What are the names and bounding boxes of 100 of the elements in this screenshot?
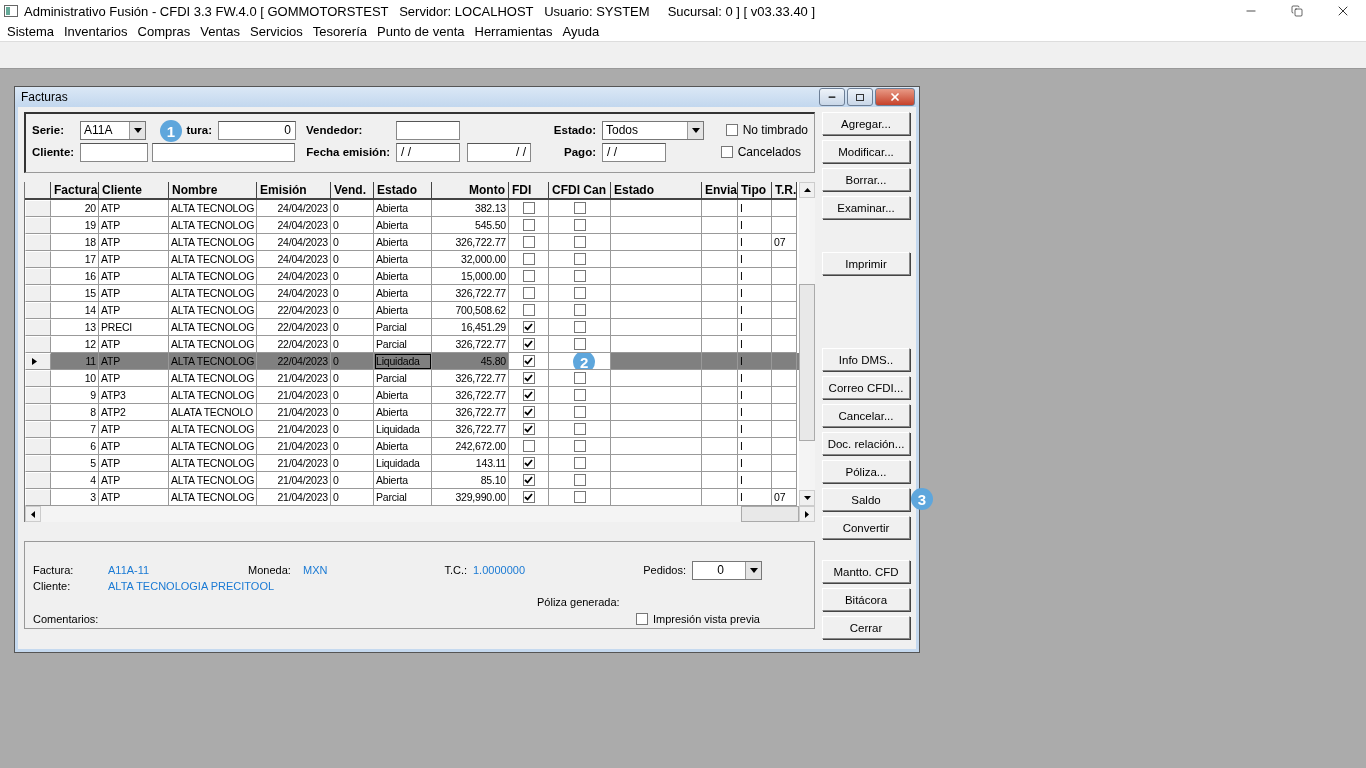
column-header[interactable]: T.R. (772, 182, 797, 200)
menu-item[interactable]: Servicios (245, 24, 308, 39)
vendedor-field[interactable] (396, 120, 460, 140)
menu-item[interactable]: Inventarios (58, 24, 133, 39)
menu-item[interactable]: Compras (132, 24, 196, 39)
menu-item[interactable]: Ayuda (557, 24, 605, 39)
date-field[interactable]: / / (602, 142, 666, 162)
checkbox[interactable] (522, 423, 535, 435)
action-button[interactable]: Póliza... (822, 460, 910, 483)
checkbox[interactable] (522, 202, 535, 214)
action-button[interactable]: Convertir (822, 516, 910, 539)
action-button[interactable]: Cerrar (822, 616, 910, 639)
action-button[interactable]: Saldo (822, 488, 910, 511)
column-header[interactable]: Estado (374, 182, 432, 200)
row-selector[interactable] (25, 353, 51, 370)
checkbox[interactable] (522, 406, 535, 418)
action-button[interactable]: Agregar... (822, 112, 910, 135)
table-row[interactable]: 9 ATP3 ALTA TECNOLOG 21/04/2023 0 Abierta 326,722.77 I (25, 387, 799, 404)
column-header[interactable]: Estado (611, 182, 702, 200)
action-button[interactable]: Info DMS.. (822, 348, 910, 371)
checkbox[interactable] (522, 355, 535, 367)
table-row[interactable]: 4 ATP ALTA TECNOLOG 21/04/2023 0 Abierta 85.10 I (25, 472, 799, 489)
horizontal-scrollbar[interactable] (25, 506, 815, 522)
scrollbar-thumb[interactable] (741, 506, 799, 522)
checkbox[interactable] (522, 236, 535, 248)
checkbox[interactable] (522, 474, 535, 486)
checkbox[interactable] (522, 253, 535, 265)
column-header[interactable]: Emisión (257, 182, 331, 200)
cliente-name-field[interactable] (152, 142, 295, 162)
vertical-scrollbar[interactable] (799, 182, 815, 506)
column-header[interactable]: Monto (432, 182, 509, 200)
checkbox[interactable] (522, 304, 535, 316)
action-button[interactable]: Borrar... (822, 168, 910, 191)
table-row[interactable]: 12 ATP ALTA TECNOLOG 22/04/2023 0 Parcial 326,722.77 I (25, 336, 799, 353)
action-button[interactable]: Modificar... (822, 140, 910, 163)
date-field[interactable]: / / (396, 142, 460, 162)
checkbox[interactable] (522, 287, 535, 299)
table-row[interactable]: 8 ATP2 ALATA TECNOLO 21/04/2023 0 Abierta 326,722.77 I (25, 404, 799, 421)
action-button[interactable]: Mantto. CFD (822, 560, 910, 583)
column-header[interactable]: Cliente (99, 182, 169, 200)
checkbox[interactable] (573, 457, 586, 469)
menu-item[interactable]: Herramientas (469, 24, 558, 39)
checkbox[interactable] (573, 338, 586, 350)
checkbox[interactable] (573, 287, 586, 299)
checkbox[interactable] (522, 270, 535, 282)
maximize-button[interactable] (847, 88, 873, 106)
serie-dropdown[interactable]: A11A (80, 120, 146, 140)
checkbox[interactable] (573, 219, 586, 231)
estado-dropdown[interactable]: Todos (602, 120, 704, 140)
checkbox[interactable] (573, 440, 586, 452)
checkbox[interactable] (522, 219, 535, 231)
table-row[interactable]: 11 ATP ALTA TECNOLOG 22/04/2023 0 Liquidada 45.80 2 I (25, 353, 799, 370)
table-row[interactable]: 20 ATP ALTA TECNOLOG 24/04/2023 0 Abierta 382.13 I (25, 200, 799, 217)
table-row[interactable]: 19 ATP ALTA TECNOLOG 24/04/2023 0 Abierta 545.50 I (25, 217, 799, 234)
menu-item[interactable]: Sistema (2, 24, 59, 39)
action-button[interactable]: Cancelar... (822, 404, 910, 427)
checkbox[interactable] (636, 613, 648, 625)
table-row[interactable]: 16 ATP ALTA TECNOLOG 24/04/2023 0 Abierta 15,000.00 I (25, 268, 799, 285)
column-header[interactable]: Factura (51, 182, 99, 200)
checkbox[interactable] (573, 202, 586, 214)
column-header[interactable]: FDI (509, 182, 549, 200)
column-header[interactable]: CFDI Can (549, 182, 611, 200)
column-header[interactable]: Tipo (738, 182, 772, 200)
table-row[interactable]: 17 ATP ALTA TECNOLOG 24/04/2023 0 Abierta 32,000.00 I (25, 251, 799, 268)
column-header[interactable]: Envia (702, 182, 738, 200)
checkbox[interactable] (573, 253, 586, 265)
menu-item[interactable]: Tesorería (307, 24, 373, 39)
date-field[interactable]: / / (467, 142, 531, 162)
table-row[interactable]: 7 ATP ALTA TECNOLOG 21/04/2023 0 Liquidada 326,722.77 I (25, 421, 799, 438)
pedidos-dropdown[interactable]: 0 (692, 560, 762, 580)
checkbox[interactable] (573, 491, 586, 503)
checkbox[interactable] (573, 423, 586, 435)
table-row[interactable]: 18 ATP ALTA TECNOLOG 24/04/2023 0 Abierta 326,722.77 I 07 (25, 234, 799, 251)
checkbox[interactable] (522, 321, 535, 333)
minimize-button[interactable] (819, 88, 845, 106)
checkbox[interactable] (725, 124, 738, 136)
checkbox[interactable] (522, 372, 535, 384)
table-row[interactable]: 10 ATP ALTA TECNOLOG 21/04/2023 0 Parcial 326,722.77 I (25, 370, 799, 387)
checkbox[interactable] (573, 474, 586, 486)
menu-item[interactable]: Punto de venta (372, 24, 470, 39)
checkbox[interactable] (573, 270, 586, 282)
factura-field[interactable]: 0 (218, 120, 296, 140)
checkbox[interactable] (522, 338, 535, 350)
table-row[interactable]: 6 ATP ALTA TECNOLOG 21/04/2023 0 Abierta 242,672.00 I (25, 438, 799, 455)
checkbox[interactable] (522, 491, 535, 503)
checkbox[interactable] (573, 389, 586, 401)
action-button[interactable]: Correo CFDI... (822, 376, 910, 399)
checkbox[interactable] (522, 440, 535, 452)
checkbox[interactable] (573, 236, 586, 248)
checkbox[interactable] (573, 321, 586, 333)
checkbox[interactable] (522, 389, 535, 401)
checkbox[interactable] (573, 372, 586, 384)
column-header[interactable]: Nombre (169, 182, 257, 200)
action-button[interactable]: Examinar... (822, 196, 910, 219)
cliente-code-field[interactable] (80, 142, 148, 162)
action-button[interactable]: Doc. relación... (822, 432, 910, 455)
table-row[interactable]: 13 PRECI ALTA TECNOLOG 22/04/2023 0 Parcial 16,451.29 I (25, 319, 799, 336)
action-button[interactable]: Imprimir (822, 252, 910, 275)
action-button[interactable]: Bitácora (822, 588, 910, 611)
checkbox[interactable] (573, 304, 586, 316)
